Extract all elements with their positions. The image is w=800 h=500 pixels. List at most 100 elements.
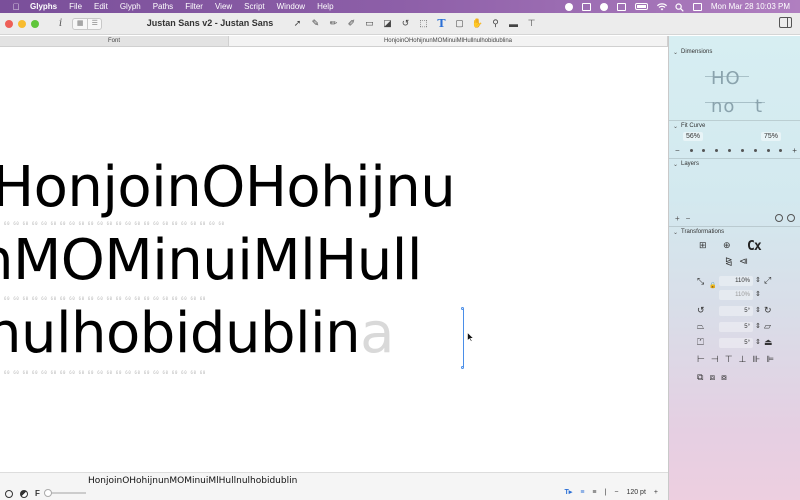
pencil-tool-icon[interactable]: ✏: [326, 16, 341, 31]
zoom-in-button[interactable]: +: [654, 489, 658, 496]
search-icon[interactable]: [675, 2, 684, 12]
slant-left-icon[interactable]: ⏢: [697, 321, 704, 332]
transform-origin-label[interactable]: Cx: [747, 239, 762, 254]
menu-file[interactable]: File: [63, 2, 88, 11]
menu-help[interactable]: Help: [311, 2, 339, 11]
subtract-icon[interactable]: ⧈: [709, 372, 715, 383]
fit-curve-left-value[interactable]: 56%: [683, 132, 704, 141]
draw-tool-icon[interactable]: ✎: [308, 16, 323, 31]
zoom-level[interactable]: 120 pt: [626, 489, 645, 496]
tab-font[interactable]: Font: [0, 36, 229, 46]
menu-clock[interactable]: Mon Mar 28 10:03 PM: [711, 2, 790, 11]
scale-x-field[interactable]: 110%: [719, 276, 753, 286]
layers-header[interactable]: ⌄ Layers: [669, 159, 800, 169]
text-line-3-glyphs[interactable]: nulhobidublin: [0, 301, 361, 366]
edit-canvas[interactable]: HonjoinOHohijnu 60 60 60 60 60 60 60 60 …: [0, 47, 668, 472]
preview-toggle-icon[interactable]: [5, 489, 13, 498]
lock-icon[interactable]: 🔒: [709, 282, 716, 289]
fit-curve-step[interactable]: [702, 149, 706, 152]
align-center-icon[interactable]: ⊣: [711, 354, 719, 365]
fit-curve-minus-button[interactable]: −: [675, 146, 680, 155]
app-status-icon[interactable]: [599, 2, 608, 11]
slant-y-stepper[interactable]: ⇕: [755, 338, 761, 346]
remove-layer-button[interactable]: −: [686, 214, 691, 223]
fit-curve-step[interactable]: [728, 149, 732, 152]
rotate-cw-icon[interactable]: ↻: [764, 305, 772, 316]
control-center-icon[interactable]: [692, 2, 702, 11]
text-tool-icon[interactable]: T: [434, 16, 449, 31]
minimize-window-button[interactable]: [18, 19, 26, 28]
origin-crosshair-icon[interactable]: ⊕: [723, 240, 731, 251]
scale-tool-icon[interactable]: ⬚: [416, 16, 431, 31]
measure-tool-icon[interactable]: ▬: [506, 16, 521, 31]
apple-menu-icon[interactable]: : [8, 2, 24, 12]
mirror-horizontal-icon[interactable]: ⧎: [725, 256, 733, 267]
menu-script[interactable]: Script: [238, 2, 270, 11]
fit-curve-step[interactable]: [740, 149, 744, 152]
knife-tool-icon[interactable]: ◪: [380, 16, 395, 31]
tab-edit-text[interactable]: HonjoinOHohijnunMOMinuiMlHullnulhobidubl…: [229, 36, 668, 46]
rotate-ccw-icon[interactable]: ↺: [697, 305, 705, 316]
rotate-stepper[interactable]: ⇕: [755, 306, 761, 314]
scale-x-stepper[interactable]: ⇕: [755, 276, 761, 284]
fit-curve-right-value[interactable]: 75%: [761, 132, 782, 141]
slant-x-stepper[interactable]: ⇕: [755, 322, 761, 330]
menu-paths[interactable]: Paths: [147, 2, 179, 11]
text-line-3[interactable]: nulhobidublina: [0, 306, 394, 362]
preview-size-slider[interactable]: [46, 492, 86, 494]
fit-curve-plus-button[interactable]: +: [792, 146, 797, 155]
list-view-icon[interactable]: ☰: [87, 18, 101, 29]
bounding-box-icon[interactable]: ⊞: [699, 240, 707, 251]
menu-filter[interactable]: Filter: [179, 2, 209, 11]
align-right-icon[interactable]: ≡: [592, 489, 596, 496]
align-left-edge-icon[interactable]: ⊢: [697, 354, 705, 365]
align-left-icon[interactable]: ≡: [580, 489, 584, 496]
font-icon[interactable]: F: [35, 489, 40, 498]
rotate-tool-icon[interactable]: ↺: [398, 16, 413, 31]
fit-curve-step[interactable]: [689, 149, 693, 152]
rectangle-tool-icon[interactable]: ▭: [362, 16, 377, 31]
fit-curve-step[interactable]: [715, 149, 719, 152]
slant-vertical-icon[interactable]: ⏍: [697, 337, 704, 348]
slant-right-icon[interactable]: ⏥: [764, 321, 771, 332]
hand-tool-icon[interactable]: ✋: [470, 16, 485, 31]
mirror-vertical-icon[interactable]: ⧏: [739, 256, 748, 267]
scale-y-stepper[interactable]: ⇕: [755, 290, 761, 298]
info-icon[interactable]: i: [59, 18, 62, 29]
intersect-icon[interactable]: ⧇: [721, 372, 727, 383]
align-bottom-icon[interactable]: ⊫: [766, 354, 774, 365]
annotation-tool-icon[interactable]: ▢: [452, 16, 467, 31]
transformations-header[interactable]: ⌄ Transformations: [669, 227, 800, 237]
fit-curve-step[interactable]: [766, 149, 770, 152]
fit-curve-header[interactable]: ⌄ Fit Curve: [669, 121, 800, 131]
rotate-field[interactable]: 5°: [719, 306, 753, 316]
layer-options-icon[interactable]: [787, 214, 795, 222]
align-middle-icon[interactable]: ⊪: [752, 354, 760, 365]
fit-curve-step[interactable]: [779, 149, 783, 152]
slant-x-field[interactable]: 5°: [719, 322, 753, 332]
battery-icon[interactable]: [634, 3, 648, 10]
text-metrics-tool-icon[interactable]: ⊤: [524, 16, 539, 31]
zoom-tool-icon[interactable]: ⚲: [488, 16, 503, 31]
add-layer-button[interactable]: +: [675, 214, 680, 223]
text-line-2[interactable]: nMOMinuiMlHull: [0, 233, 422, 289]
align-right-edge-icon[interactable]: ⊤: [725, 354, 733, 365]
wifi-icon[interactable]: [656, 2, 667, 11]
align-top-icon[interactable]: ⊥: [739, 354, 747, 365]
brush-tool-icon[interactable]: ✐: [344, 16, 359, 31]
invert-preview-icon[interactable]: [20, 489, 28, 498]
text-direction-icon[interactable]: T▸: [565, 488, 573, 496]
preview-size-slider-thumb[interactable]: [44, 489, 52, 497]
menu-window[interactable]: Window: [271, 2, 311, 11]
scale-y-field[interactable]: 110%: [719, 290, 753, 300]
close-window-button[interactable]: [5, 19, 13, 28]
dimensions-header[interactable]: ⌄ Dimensions: [669, 47, 800, 57]
menu-app-glyphs[interactable]: Glyphs: [24, 2, 63, 11]
slant-vertical-alt-icon[interactable]: ⏏: [764, 337, 773, 348]
sidebar-toggle-icon[interactable]: [779, 17, 792, 28]
menu-view[interactable]: View: [209, 2, 238, 11]
select-tool-icon[interactable]: ➚: [290, 16, 305, 31]
text-line-1[interactable]: HonjoinOHohijnu: [0, 160, 456, 216]
union-icon[interactable]: ⧉: [697, 372, 703, 383]
zoom-out-button[interactable]: −: [614, 489, 618, 496]
